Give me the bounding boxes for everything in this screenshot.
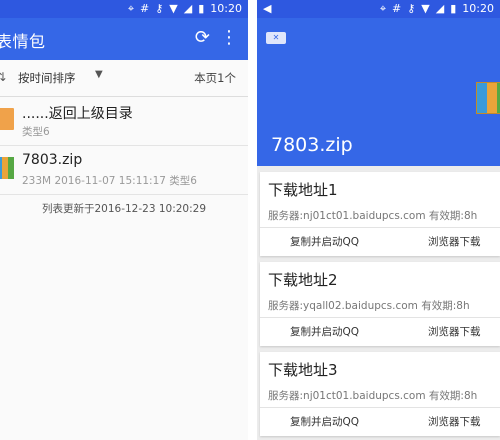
card-title: 下载地址3 xyxy=(268,361,338,379)
copy-launch-qq-button[interactable]: 复制并启动QQ xyxy=(290,234,359,249)
hash-icon: # xyxy=(140,2,150,15)
status-time: 10:20 xyxy=(462,2,494,15)
status-bar: ⌖ # ⚷ ▼ ◢ ▮ 10:20 xyxy=(0,0,248,18)
back-arrow-icon[interactable]: ◀ xyxy=(263,2,271,16)
location-icon: ⌖ xyxy=(127,2,135,15)
download-card: 下载地址2 服务器:yqall02.baidupcs.com 有效期:8h 复制… xyxy=(260,262,500,346)
right-screen: ◀ ⌖ # ⚷ ▼ ◢ ▮ 10:20 ✕ 7803.zip 下载地址1 服务器… xyxy=(257,0,500,440)
more-menu-icon[interactable]: ⋮ xyxy=(220,27,238,48)
file-header: ✕ 7803.zip xyxy=(257,18,500,166)
divider xyxy=(260,407,500,408)
card-title: 下载地址2 xyxy=(268,271,338,289)
page-count: 本页1个 xyxy=(194,71,236,85)
download-card: 下载地址3 服务器:nj01ct01.baidupcs.com 有效期:8h 复… xyxy=(260,352,500,436)
zip-icon xyxy=(476,82,500,114)
file-title: 7803.zip xyxy=(271,134,353,156)
key-icon: ⚷ xyxy=(407,2,416,15)
status-time: 10:20 xyxy=(210,2,242,15)
sort-dropdown[interactable]: 按时间排序 xyxy=(18,70,76,86)
copy-launch-qq-button[interactable]: 复制并启动QQ xyxy=(290,414,359,429)
battery-icon: ▮ xyxy=(198,2,205,15)
signal-icon: ◢ xyxy=(183,2,193,15)
wifi-icon: ▼ xyxy=(421,2,430,15)
list-update-note: 列表更新于2016-12-23 10:20:29 xyxy=(41,203,207,215)
card-title: 下载地址1 xyxy=(268,181,338,199)
key-icon: ⚷ xyxy=(155,2,164,15)
status-bar: ◀ ⌖ # ⚷ ▼ ◢ ▮ 10:20 xyxy=(257,0,500,18)
browser-download-button[interactable]: 浏览器下载 xyxy=(428,414,481,429)
battery-icon: ▮ xyxy=(450,2,457,15)
browser-download-button[interactable]: 浏览器下载 xyxy=(428,324,481,339)
file-meta: 233M 2016-11-07 15:11:17 类型6 xyxy=(22,175,197,187)
copy-launch-qq-button[interactable]: 复制并启动QQ xyxy=(290,324,359,339)
file-meta: 类型6 xyxy=(22,126,50,138)
refresh-icon[interactable]: ⟳ xyxy=(195,27,210,48)
location-icon: ⌖ xyxy=(379,2,387,15)
chevron-down-icon[interactable]: ▼ xyxy=(95,69,103,80)
zip-icon xyxy=(0,157,14,179)
wifi-icon: ▼ xyxy=(169,2,178,15)
sort-icon: ⇅ xyxy=(0,70,7,84)
file-name: 7803.zip xyxy=(22,152,83,168)
file-name: ......返回上级目录 xyxy=(22,106,133,122)
sort-bar: ⇅ 按时间排序 ▼ 本页1个 xyxy=(0,60,248,97)
server-info: 服务器:nj01ct01.baidupcs.com 有效期:8h xyxy=(268,390,478,402)
browser-download-button[interactable]: 浏览器下载 xyxy=(428,234,481,249)
server-info: 服务器:nj01ct01.baidupcs.com 有效期:8h xyxy=(268,210,478,222)
folder-icon xyxy=(0,108,14,130)
server-info: 服务器:yqall02.baidupcs.com 有效期:8h xyxy=(268,300,470,312)
app-bar: 表情包 ⟳ ⋮ xyxy=(0,18,248,60)
backspace-icon[interactable]: ✕ xyxy=(266,32,286,44)
divider xyxy=(260,227,500,228)
status-icons: ⌖ # ⚷ ▼ ◢ ▮ 10:20 xyxy=(128,2,242,16)
download-card: 下载地址1 服务器:nj01ct01.baidupcs.com 有效期:8h 复… xyxy=(260,172,500,256)
page-title: 表情包 xyxy=(0,32,46,51)
left-screen: ⌖ # ⚷ ▼ ◢ ▮ 10:20 表情包 ⟳ ⋮ ⇅ 按时间排序 ▼ 本页1个… xyxy=(0,0,248,440)
list-item-file[interactable]: 7803.zip 233M 2016-11-07 15:11:17 类型6 xyxy=(0,146,248,195)
signal-icon: ◢ xyxy=(435,2,445,15)
list-item-parent-dir[interactable]: ......返回上级目录 类型6 xyxy=(0,97,248,146)
hash-icon: # xyxy=(392,2,402,15)
status-icons: ⌖ # ⚷ ▼ ◢ ▮ 10:20 xyxy=(380,2,494,16)
divider xyxy=(260,317,500,318)
